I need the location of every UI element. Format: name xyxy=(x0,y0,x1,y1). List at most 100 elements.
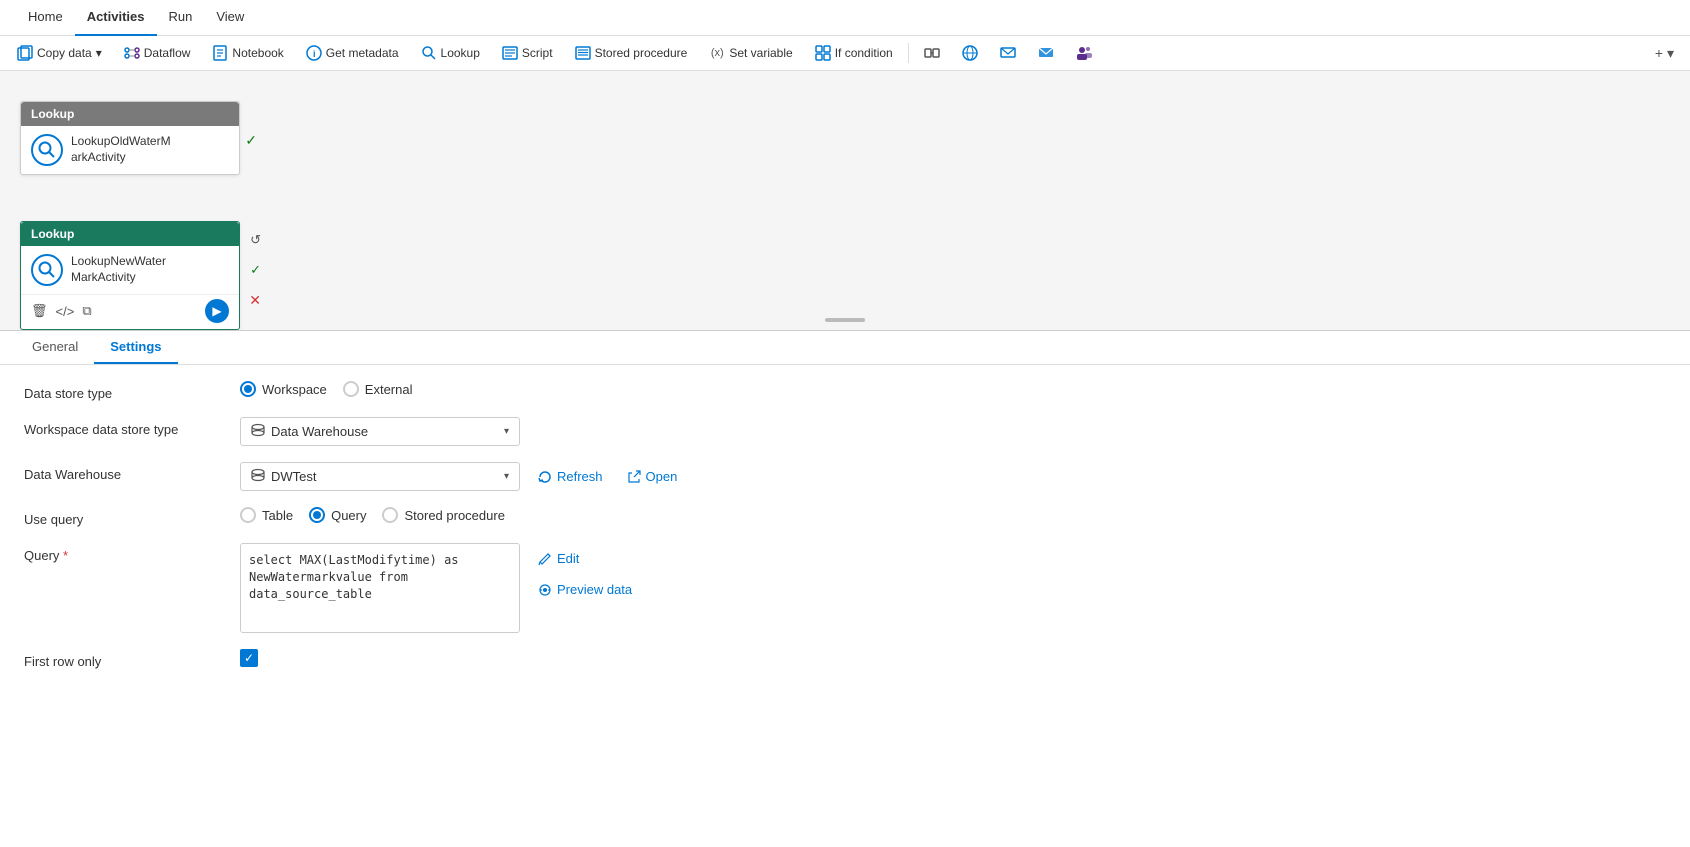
external-radio-circle xyxy=(343,381,359,397)
preview-data-button[interactable]: Preview data xyxy=(532,578,638,601)
script-icon xyxy=(502,45,518,61)
db-icon-dw xyxy=(251,468,265,485)
query-radio-circle xyxy=(309,507,325,523)
refresh-button[interactable]: Refresh xyxy=(532,465,609,488)
get-metadata-icon: i xyxy=(306,45,322,61)
teams-icon xyxy=(1076,45,1092,61)
query-textarea[interactable]: select MAX(<span style="text-decoration:… xyxy=(240,543,520,633)
copy-icon[interactable]: ⧉ xyxy=(82,303,91,319)
open-button[interactable]: Open xyxy=(621,465,684,488)
external-radio[interactable]: External xyxy=(343,381,413,397)
card1-body: LookupOldWaterMarkActivity xyxy=(21,126,239,174)
data-warehouse-row: Data Warehouse DWTest ▾ Refresh xyxy=(24,462,1666,491)
tab-settings[interactable]: Settings xyxy=(94,331,177,364)
teams-button[interactable] xyxy=(1067,40,1101,66)
notebook-button[interactable]: Notebook xyxy=(203,40,292,66)
mail-button[interactable] xyxy=(1029,40,1063,66)
script-button[interactable]: Script xyxy=(493,40,562,66)
workspace-radio[interactable]: Workspace xyxy=(240,381,327,397)
svg-text:i: i xyxy=(313,49,316,59)
lookup-button[interactable]: Lookup xyxy=(412,40,489,66)
lookup-new-card: Lookup LookupNewWaterMarkActivity 🗑 </> … xyxy=(20,221,240,330)
globe-icon xyxy=(962,45,978,61)
canvas-scrollbar xyxy=(825,318,865,322)
set-variable-icon: (x) xyxy=(709,45,725,61)
stored-procedure-button[interactable]: Stored procedure xyxy=(566,40,697,66)
query-radio[interactable]: Query xyxy=(309,507,366,523)
use-query-row: Use query Table Query Stored procedure xyxy=(24,507,1666,527)
mail-icon xyxy=(1038,45,1054,61)
workspace-data-store-label: Workspace data store type xyxy=(24,417,224,437)
delete-icon[interactable]: 🗑 xyxy=(31,303,48,319)
dataflow-icon xyxy=(124,45,140,61)
first-row-only-checkbox[interactable]: ✓ xyxy=(240,649,258,667)
settings-content: Data store type Workspace External Works… xyxy=(0,365,1690,701)
copy-data-button[interactable]: Copy data ▾ xyxy=(8,40,111,66)
card2-arrow: → xyxy=(247,322,261,331)
lookup-old-card: Lookup LookupOldWaterMarkActivity ✓ xyxy=(20,101,240,175)
sp-radio-circle xyxy=(382,507,398,523)
nav-view[interactable]: View xyxy=(204,0,256,36)
tab-bar: General Settings xyxy=(0,331,1690,365)
if-condition-icon xyxy=(815,45,831,61)
message-icon xyxy=(1000,45,1016,61)
data-warehouse-dropdown[interactable]: DWTest ▾ xyxy=(240,462,520,491)
tab-general[interactable]: General xyxy=(16,331,94,364)
add-more-button[interactable]: + ▾ xyxy=(1647,41,1682,66)
card2-name: LookupNewWaterMarkActivity xyxy=(71,254,166,285)
workspace-data-store-control: Data Warehouse ▾ xyxy=(240,417,520,446)
code-icon[interactable]: </> xyxy=(56,304,75,319)
card1-icon xyxy=(31,134,63,166)
card2-footer: 🗑 </> ⧉ ▶ xyxy=(21,294,239,329)
table-radio[interactable]: Table xyxy=(240,507,293,523)
card2-header: Lookup xyxy=(21,222,239,246)
first-row-only-row: First row only ✓ xyxy=(24,649,1666,669)
if-condition-button[interactable]: If condition xyxy=(806,40,902,66)
bottom-panel: General Settings Data store type Workspa… xyxy=(0,331,1690,701)
nav-activities[interactable]: Activities xyxy=(75,0,157,36)
nav-bar: Home Activities Run View xyxy=(0,0,1690,36)
get-metadata-button[interactable]: i Get metadata xyxy=(297,40,408,66)
lookup-icon xyxy=(421,45,437,61)
stored-procedure-radio[interactable]: Stored procedure xyxy=(382,507,504,523)
dataflow-button[interactable]: Dataflow xyxy=(115,40,200,66)
copy-data-icon xyxy=(17,45,33,61)
card2-rotate: ↺ xyxy=(250,232,261,248)
workspace-data-store-row: Workspace data store type Data Warehouse… xyxy=(24,417,1666,446)
card1-name: LookupOldWaterMarkActivity xyxy=(71,134,171,165)
nav-home[interactable]: Home xyxy=(16,0,75,36)
stored-procedure-icon xyxy=(575,45,591,61)
run-icon[interactable]: ▶ xyxy=(205,299,229,323)
query-row: Query * select MAX(<span style="text-dec… xyxy=(24,543,1666,633)
use-query-control: Table Query Stored procedure xyxy=(240,507,505,523)
set-variable-button[interactable]: (x) Set variable xyxy=(700,40,801,66)
canvas-area[interactable]: Lookup LookupOldWaterMarkActivity ✓ Look… xyxy=(0,71,1690,331)
edit-button[interactable]: Edit xyxy=(532,547,638,570)
query-label: Query * xyxy=(24,543,224,563)
workspace-radio-circle xyxy=(240,381,256,397)
data-store-type-row: Data store type Workspace External xyxy=(24,381,1666,401)
data-warehouse-label: Data Warehouse xyxy=(24,462,224,482)
first-row-only-control: ✓ xyxy=(240,649,258,667)
data-store-radio-group: Workspace External xyxy=(240,381,413,397)
db-icon-workspace xyxy=(251,423,265,440)
use-query-label: Use query xyxy=(24,507,224,527)
table-radio-circle xyxy=(240,507,256,523)
card2-icon xyxy=(31,254,63,286)
extra-icon1[interactable] xyxy=(915,40,949,66)
workspace-data-store-dropdown[interactable]: Data Warehouse ▾ xyxy=(240,417,520,446)
card2-cross: ✕ xyxy=(249,292,261,309)
toolbar-separator xyxy=(908,43,909,63)
msg-button[interactable] xyxy=(991,40,1025,66)
nav-run[interactable]: Run xyxy=(157,0,205,36)
query-type-radio-group: Table Query Stored procedure xyxy=(240,507,505,523)
workspace-dropdown-arrow: ▾ xyxy=(504,426,509,437)
data-store-type-label: Data store type xyxy=(24,381,224,401)
toolbar: Copy data ▾ Dataflow Notebook i Get meta… xyxy=(0,36,1690,71)
card1-check: ✓ xyxy=(245,132,257,149)
globe-button[interactable] xyxy=(953,40,987,66)
card2-body: LookupNewWaterMarkActivity xyxy=(21,246,239,294)
notebook-icon xyxy=(212,45,228,61)
query-control: select MAX(<span style="text-decoration:… xyxy=(240,543,638,633)
data-warehouse-control: DWTest ▾ Refresh Open xyxy=(240,462,683,491)
